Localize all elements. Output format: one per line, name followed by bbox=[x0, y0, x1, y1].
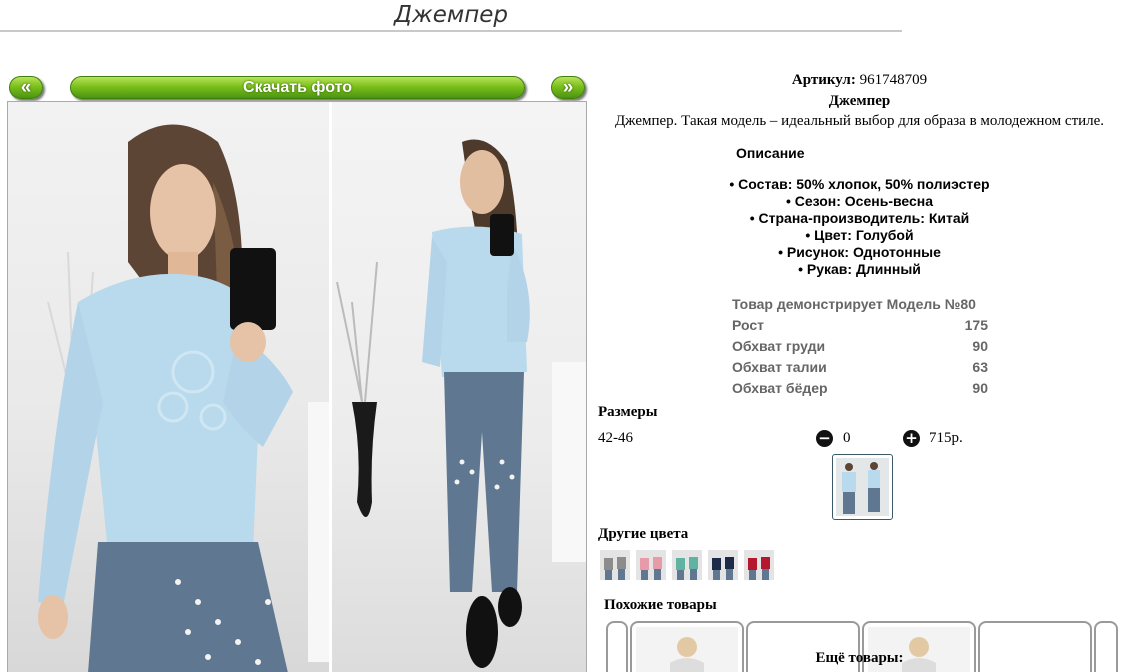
model-row: Обхват груди 90 bbox=[732, 336, 988, 357]
property-item: • Страна-производитель: Китай bbox=[749, 210, 970, 226]
product-name: Джемпер bbox=[828, 93, 891, 109]
color-variant-mint[interactable] bbox=[672, 550, 702, 580]
other-colors-list bbox=[600, 550, 774, 580]
model-row-value: 63 bbox=[972, 359, 988, 375]
model-row: Обхват талии 63 bbox=[732, 357, 988, 378]
similar-products-heading: Похожие товары bbox=[604, 597, 717, 613]
thumbnail-image bbox=[836, 458, 889, 516]
download-photo-button[interactable]: Скачать фото bbox=[70, 76, 525, 99]
model-row-value: 90 bbox=[972, 380, 988, 396]
model-row-label: Обхват груди bbox=[732, 338, 826, 354]
price: 715р. bbox=[929, 430, 963, 446]
model-row-value: 175 bbox=[964, 317, 988, 333]
sku-value: 961748709 bbox=[859, 72, 928, 88]
product-photo-front[interactable] bbox=[8, 102, 329, 672]
property-item: • Рисунок: Однотонные bbox=[778, 244, 941, 260]
product-photo-full[interactable] bbox=[332, 102, 586, 672]
model-heading: Товар демонстрирует Модель №80 bbox=[732, 296, 976, 312]
size-row: 42-46 − 0 + 715р. bbox=[598, 428, 1123, 450]
product-photo-gallery bbox=[7, 101, 587, 672]
model-row-label: Обхват бёдер bbox=[732, 380, 828, 396]
page-title: Джемпер bbox=[0, 0, 902, 32]
property-list: • Состав: 50% хлопок, 50% полиэстер • Се… bbox=[596, 176, 1123, 278]
size-label: 42-46 bbox=[598, 430, 633, 446]
property-item: • Состав: 50% хлопок, 50% полиэстер bbox=[729, 176, 990, 192]
model-row: Рост 175 bbox=[732, 315, 988, 336]
increase-quantity-icon[interactable]: + bbox=[903, 430, 920, 447]
model-row-label: Рост bbox=[732, 317, 764, 333]
property-item: • Цвет: Голубой bbox=[805, 227, 914, 243]
description-heading: Описание bbox=[736, 145, 805, 161]
selected-photo-thumbnail[interactable] bbox=[832, 454, 893, 520]
property-item: • Рукав: Длинный bbox=[798, 261, 921, 277]
previous-photo-button[interactable]: « bbox=[9, 76, 43, 99]
property-item: • Сезон: Осень-весна bbox=[785, 193, 934, 209]
color-variant-navy[interactable] bbox=[708, 550, 738, 580]
next-photo-button[interactable]: » bbox=[551, 76, 585, 99]
model-row-value: 90 bbox=[972, 338, 988, 354]
product-description: Джемпер. Такая модель – идеальный выбор … bbox=[614, 113, 1105, 129]
quantity-value: 0 bbox=[843, 430, 851, 446]
decrease-quantity-icon[interactable]: − bbox=[816, 430, 833, 447]
sku-row: Артикул: 961748709 bbox=[596, 72, 1123, 89]
color-variant-gray[interactable] bbox=[600, 550, 630, 580]
sizes-heading: Размеры bbox=[598, 404, 658, 420]
model-measurements: Товар демонстрирует Модель №80 Рост 175 … bbox=[732, 294, 988, 399]
more-products-heading: Ещё товары: bbox=[815, 650, 904, 666]
color-variant-pink[interactable] bbox=[636, 550, 666, 580]
sku-label: Артикул: bbox=[791, 72, 856, 88]
model-row-label: Обхват талии bbox=[732, 359, 827, 375]
color-variant-red[interactable] bbox=[744, 550, 774, 580]
other-colors-heading: Другие цвета bbox=[598, 526, 689, 542]
model-row: Обхват бёдер 90 bbox=[732, 378, 988, 399]
